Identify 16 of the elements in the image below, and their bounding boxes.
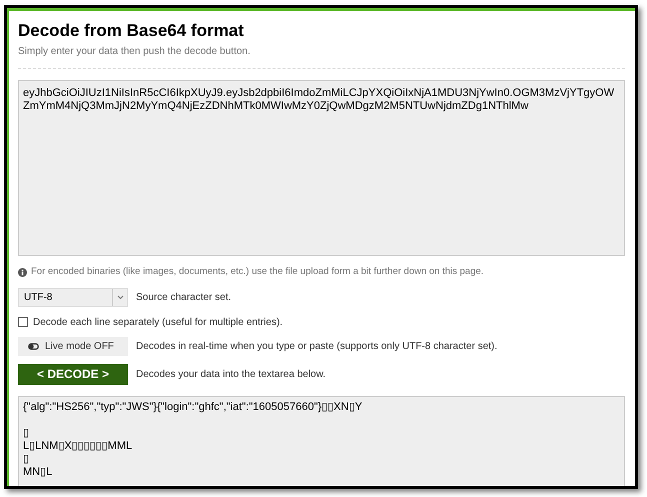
info-icon [18,268,27,277]
toggle-icon [28,342,39,350]
checkbox[interactable] [18,317,28,327]
live-mode-button[interactable]: Live mode OFF [18,336,128,356]
decode-label: Decodes your data into the textarea below. [136,368,326,382]
charset-select[interactable]: UTF-8 [18,288,128,306]
decode-button[interactable]: < DECODE > [18,364,128,384]
checkbox-label: Decode each line separately (useful for multiple entries). [33,316,283,330]
page-subtitle: Simply enter your data then push the decode button. [18,45,252,60]
charset-label: Source character set. [136,290,232,304]
chevron-down-icon [116,294,124,300]
page-title: Decode from Base64 format [18,20,245,42]
input-field[interactable]: eyJhbGciOiJIUzI1NiIsInR5cCI6IkpXUyJ9.eyJsb2dpbiI6ImdoZmMiLCJpYXQiOiIxNjA1MDU3NjYwIn0.OGM3MzVjYTgyOWZmYmM4NjQ3MmJjN2MyYmQ4NjEzZDNhMTk0MWIwMzY0ZjQwMDgzM2M5NTUwNjdmZDg1NThlMw [18,80,625,256]
live-mode-label: Decodes in real-time when you type or paste (supports only UTF-8 character set). [136,340,498,354]
info-text: For encoded binaries (like images, documents, etc.) use the file upload form a bit further down on this page. [31,265,484,280]
output-field[interactable]: {"alg":"HS256","typ":"JWS"}{"login":"ghfc","iat":"1605057660"}▯▯XN▯Y ▯ L▯LNM▯X▯▯▯▯▯▯MML ▯ MN▯L [18,396,625,486]
